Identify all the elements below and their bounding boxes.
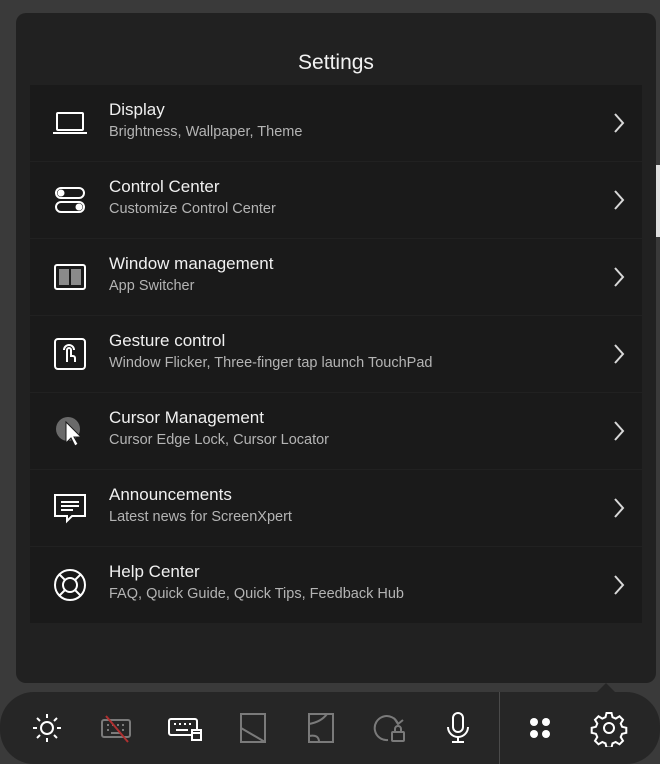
toolbar-divider [499, 692, 500, 764]
settings-item-help-center[interactable]: Help Center FAQ, Quick Guide, Quick Tips… [30, 547, 642, 623]
settings-item-display[interactable]: Display Brightness, Wallpaper, Theme [30, 85, 642, 161]
rotation-lock-button[interactable] [367, 706, 411, 750]
settings-panel: Settings Display Brightness, Wallpaper, … [16, 13, 656, 683]
rotation-lock-icon [373, 715, 405, 742]
panel-pointer-caret [597, 683, 615, 692]
settings-item-subtitle: Customize Control Center [109, 201, 276, 217]
settings-item-subtitle: FAQ, Quick Guide, Quick Tips, Feedback H… [109, 586, 404, 602]
keyboard-toggle-button[interactable] [94, 706, 138, 750]
chevron-right-icon [614, 267, 625, 287]
scrollbar-thumb[interactable] [656, 165, 660, 237]
laptop-icon [50, 103, 90, 143]
apps-grid-button[interactable] [518, 706, 562, 750]
settings-item-subtitle: Window Flicker, Three-finger tap launch … [109, 355, 433, 371]
brightness-button[interactable] [25, 706, 69, 750]
screen-corner-icon [308, 713, 334, 743]
settings-item-cursor-management[interactable]: Cursor Management Cursor Edge Lock, Curs… [30, 393, 642, 469]
settings-item-title: Gesture control [109, 331, 226, 350]
settings-item-control-center[interactable]: Control Center Customize Control Center [30, 162, 642, 238]
screen-corner-button[interactable] [299, 706, 343, 750]
settings-item-gesture-control[interactable]: Gesture control Window Flicker, Three-fi… [30, 316, 642, 392]
screen-split-icon [240, 713, 266, 743]
chevron-right-icon [614, 113, 625, 133]
settings-item-title: Display [109, 100, 165, 119]
virtual-keyboard-button[interactable] [163, 706, 207, 750]
brightness-icon [33, 714, 61, 742]
settings-item-title: Control Center [109, 177, 220, 196]
chevron-right-icon [614, 575, 625, 595]
cursor-icon [50, 411, 90, 451]
settings-item-subtitle: Cursor Edge Lock, Cursor Locator [109, 432, 330, 448]
settings-item-subtitle: App Switcher [109, 278, 195, 294]
settings-list: Display Brightness, Wallpaper, Theme Con… [30, 85, 642, 624]
settings-item-subtitle: Brightness, Wallpaper, Theme [109, 124, 303, 140]
window-split-icon [50, 257, 90, 297]
touch-gesture-icon [50, 334, 90, 374]
screenxpert-window: Settings Display Brightness, Wallpaper, … [0, 0, 660, 764]
message-icon [50, 488, 90, 528]
settings-item-announcements[interactable]: Announcements Latest news for ScreenXper… [30, 470, 642, 546]
settings-item-subtitle: Latest news for ScreenXpert [109, 509, 292, 525]
settings-gear-icon [590, 712, 628, 747]
microphone-icon [447, 712, 469, 743]
keyboard-disabled-icon [101, 715, 131, 743]
settings-item-title: Announcements [109, 485, 232, 504]
settings-item-window-management[interactable]: Window management App Switcher [30, 239, 642, 315]
toggles-icon [50, 180, 90, 220]
screen-split-button[interactable] [231, 706, 275, 750]
microphone-button[interactable] [436, 706, 480, 750]
apps-grid-icon [530, 718, 550, 738]
settings-item-title: Help Center [109, 562, 200, 581]
settings-item-title: Window management [109, 254, 274, 273]
settings-button[interactable] [587, 706, 631, 750]
lifebuoy-icon [50, 565, 90, 605]
settings-item-title: Cursor Management [109, 408, 264, 427]
keyboard-window-icon [168, 718, 202, 741]
bottom-toolbar [0, 692, 660, 764]
chevron-right-icon [614, 190, 625, 210]
panel-title: Settings [298, 51, 374, 74]
chevron-right-icon [614, 498, 625, 518]
chevron-right-icon [614, 344, 625, 364]
chevron-right-icon [614, 421, 625, 441]
